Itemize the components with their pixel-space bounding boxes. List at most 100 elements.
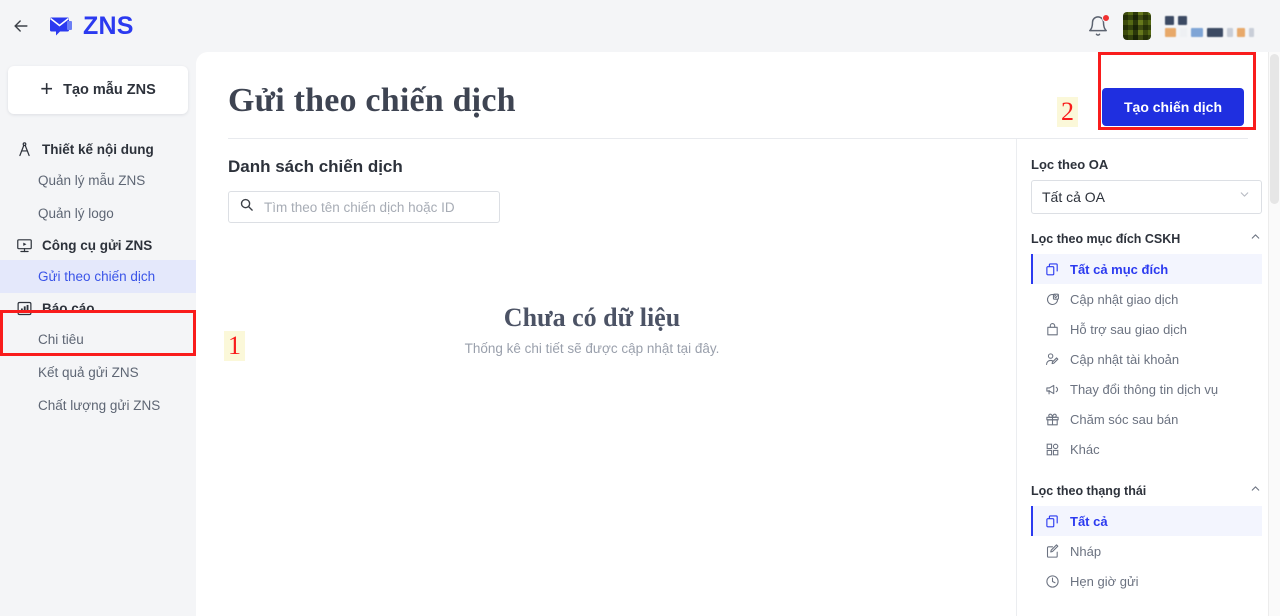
filter-item-label: Chăm sóc sau bán: [1070, 411, 1179, 427]
report-chart-icon: [16, 300, 33, 317]
bag-icon: [1045, 322, 1060, 337]
monitor-send-icon: [16, 237, 33, 254]
filter-item-label: Cập nhật giao dịch: [1070, 291, 1179, 307]
filter-item-label: Tất cả mục đích: [1070, 261, 1169, 277]
bell-icon: [1087, 16, 1109, 41]
sidebar-group-send-tools[interactable]: Công cụ gửi ZNS: [0, 230, 196, 260]
top-bar-right: [1087, 12, 1280, 40]
chevron-up-icon: [1249, 230, 1262, 248]
megaphone-icon: [1045, 382, 1060, 397]
create-zns-template-button[interactable]: + Tạo mẫu ZNS: [8, 66, 188, 114]
annotation-number-1: 1: [224, 331, 245, 361]
page-header-actions: Tạo chiến dịch: [1101, 80, 1244, 126]
notifications-button[interactable]: [1087, 14, 1110, 37]
filter-item-tat-ca-trang-thai[interactable]: Tất cả: [1031, 506, 1262, 536]
filter-purpose-header[interactable]: Lọc theo mục đích CSKH: [1031, 230, 1262, 248]
create-campaign-button[interactable]: Tạo chiến dịch: [1101, 88, 1244, 126]
filter-item-label: Khác: [1070, 441, 1100, 457]
filter-item-hen-gio-gui[interactable]: Hẹn giờ gửi: [1031, 566, 1262, 596]
filter-oa-label: Lọc theo OA: [1031, 157, 1109, 172]
layers-icon: [1045, 262, 1060, 277]
redacted-block: [1165, 15, 1174, 25]
filter-item-label: Thay đổi thông tin dịch vụ: [1070, 381, 1219, 397]
filter-item-cap-nhat-giao-dich[interactable]: Cập nhật giao dịch: [1031, 284, 1262, 314]
application-window: ZNS + Tạo mẫu ZNS Thiết kế nội dung Quản…: [0, 0, 1280, 616]
sidebar-item-quan-ly-mau-zns[interactable]: Quản lý mẫu ZNS: [0, 164, 196, 197]
sidebar-group-design[interactable]: Thiết kế nội dung: [0, 134, 196, 164]
page-header: Gửi theo chiến dịch Tạo chiến dịch: [196, 52, 1280, 134]
filter-spacer: [1031, 464, 1262, 482]
compass-design-icon: [16, 141, 33, 158]
redacted-block: [1191, 27, 1203, 37]
content-columns: Danh sách chiến dịch Chưa có dữ liệu Thố…: [196, 139, 1280, 616]
brand-logo[interactable]: ZNS: [48, 13, 134, 39]
redacted-block: [1237, 27, 1245, 37]
filter-item-ho-tro-sau-giao-dich[interactable]: Hỗ trợ sau giao dịch: [1031, 314, 1262, 344]
redacted-block: [1178, 15, 1187, 25]
empty-state-subtitle: Thống kê chi tiết sẽ được cập nhật tại đ…: [464, 341, 720, 356]
clock-icon: [1045, 574, 1060, 589]
filter-status-label: Lọc theo thạng thái: [1031, 484, 1147, 498]
filter-panel: Lọc theo OA Tất cả OA Lọc theo mục đích …: [1016, 139, 1280, 616]
sidebar-group-send-tools-label: Công cụ gửi ZNS: [42, 237, 153, 253]
campaign-list-panel: Danh sách chiến dịch Chưa có dữ liệu Thố…: [196, 139, 1016, 616]
transaction-check-icon: [1045, 292, 1060, 307]
redacted-block: [1207, 27, 1223, 37]
page-title: Gửi theo chiến dịch: [228, 82, 516, 119]
chevron-up-icon: [1249, 482, 1262, 500]
layers-icon: [1045, 514, 1060, 529]
oa-select[interactable]: Tất cả OA: [1031, 180, 1262, 214]
back-button[interactable]: [4, 9, 38, 43]
vertical-scrollbar[interactable]: [1268, 52, 1280, 616]
brand-name: ZNS: [83, 11, 134, 40]
filter-item-tat-ca-muc-dich[interactable]: Tất cả mục đích: [1031, 254, 1262, 284]
envelope-message-icon: [48, 13, 74, 39]
filter-item-thay-doi-thong-tin-dich-vu[interactable]: Thay đổi thông tin dịch vụ: [1031, 374, 1262, 404]
sidebar-item-ket-qua-gui-zns[interactable]: Kết quả gửi ZNS: [0, 356, 196, 389]
search-box[interactable]: [228, 191, 500, 223]
sidebar: + Tạo mẫu ZNS Thiết kế nội dung Quản lý …: [0, 52, 196, 616]
draft-edit-icon: [1045, 543, 1060, 559]
annotation-number-2: 2: [1057, 97, 1078, 127]
filter-item-label: Hẹn giờ gửi: [1070, 573, 1139, 589]
redacted-block: [1180, 27, 1187, 37]
search-input[interactable]: [262, 198, 489, 216]
scrollbar-thumb[interactable]: [1270, 54, 1279, 204]
filter-item-label: Nháp: [1070, 543, 1102, 559]
search-icon: [239, 197, 254, 217]
sidebar-item-chi-tieu[interactable]: Chi tiêu: [0, 323, 196, 356]
notification-dot: [1102, 14, 1110, 22]
filter-item-khac[interactable]: Khác: [1031, 434, 1262, 464]
section-title: Danh sách chiến dịch: [228, 157, 403, 176]
create-zns-template-label: Tạo mẫu ZNS: [63, 82, 156, 98]
sidebar-item-gui-theo-chien-dich[interactable]: Gửi theo chiến dịch: [0, 260, 196, 293]
filter-item-nhap[interactable]: Nháp: [1031, 536, 1262, 566]
sidebar-group-reports[interactable]: Báo cáo: [0, 293, 196, 323]
redacted-block: [1227, 27, 1233, 37]
redacted-block: [1165, 27, 1176, 37]
chevron-down-icon: [1238, 188, 1251, 206]
filter-status-header[interactable]: Lọc theo thạng thái: [1031, 482, 1262, 500]
sidebar-item-quan-ly-logo[interactable]: Quản lý logo: [0, 197, 196, 230]
gift-icon: [1045, 412, 1060, 427]
account-name-redacted[interactable]: [1165, 15, 1254, 37]
main-content: Gửi theo chiến dịch Tạo chiến dịch Danh …: [196, 52, 1280, 616]
filter-purpose-label: Lọc theo mục đích CSKH: [1031, 232, 1181, 246]
filter-item-cap-nhat-tai-khoan[interactable]: Cập nhật tài khoản: [1031, 344, 1262, 374]
sidebar-group-design-label: Thiết kế nội dung: [42, 141, 154, 157]
filter-item-label: Cập nhật tài khoản: [1070, 351, 1180, 367]
sidebar-nav: Thiết kế nội dung Quản lý mẫu ZNS Quản l…: [0, 134, 196, 422]
plus-icon: +: [40, 76, 54, 101]
sidebar-group-reports-label: Báo cáo: [42, 300, 95, 316]
oa-select-value: Tất cả OA: [1042, 189, 1106, 205]
filter-item-label: Hỗ trợ sau giao dịch: [1070, 321, 1187, 337]
empty-state-title: Chưa có dữ liệu: [503, 303, 681, 332]
grid-icon: [1045, 442, 1060, 457]
arrow-left-icon: [11, 16, 31, 36]
avatar[interactable]: [1123, 12, 1151, 40]
sidebar-item-chat-luong-gui-zns[interactable]: Chất lượng gửi ZNS: [0, 389, 196, 422]
filter-item-cham-soc-sau-ban[interactable]: Chăm sóc sau bán: [1031, 404, 1262, 434]
user-edit-icon: [1045, 352, 1060, 367]
filter-item-label: Tất cả: [1070, 513, 1108, 529]
empty-state: Chưa có dữ liệu Thống kê chi tiết sẽ đượ…: [228, 303, 956, 356]
